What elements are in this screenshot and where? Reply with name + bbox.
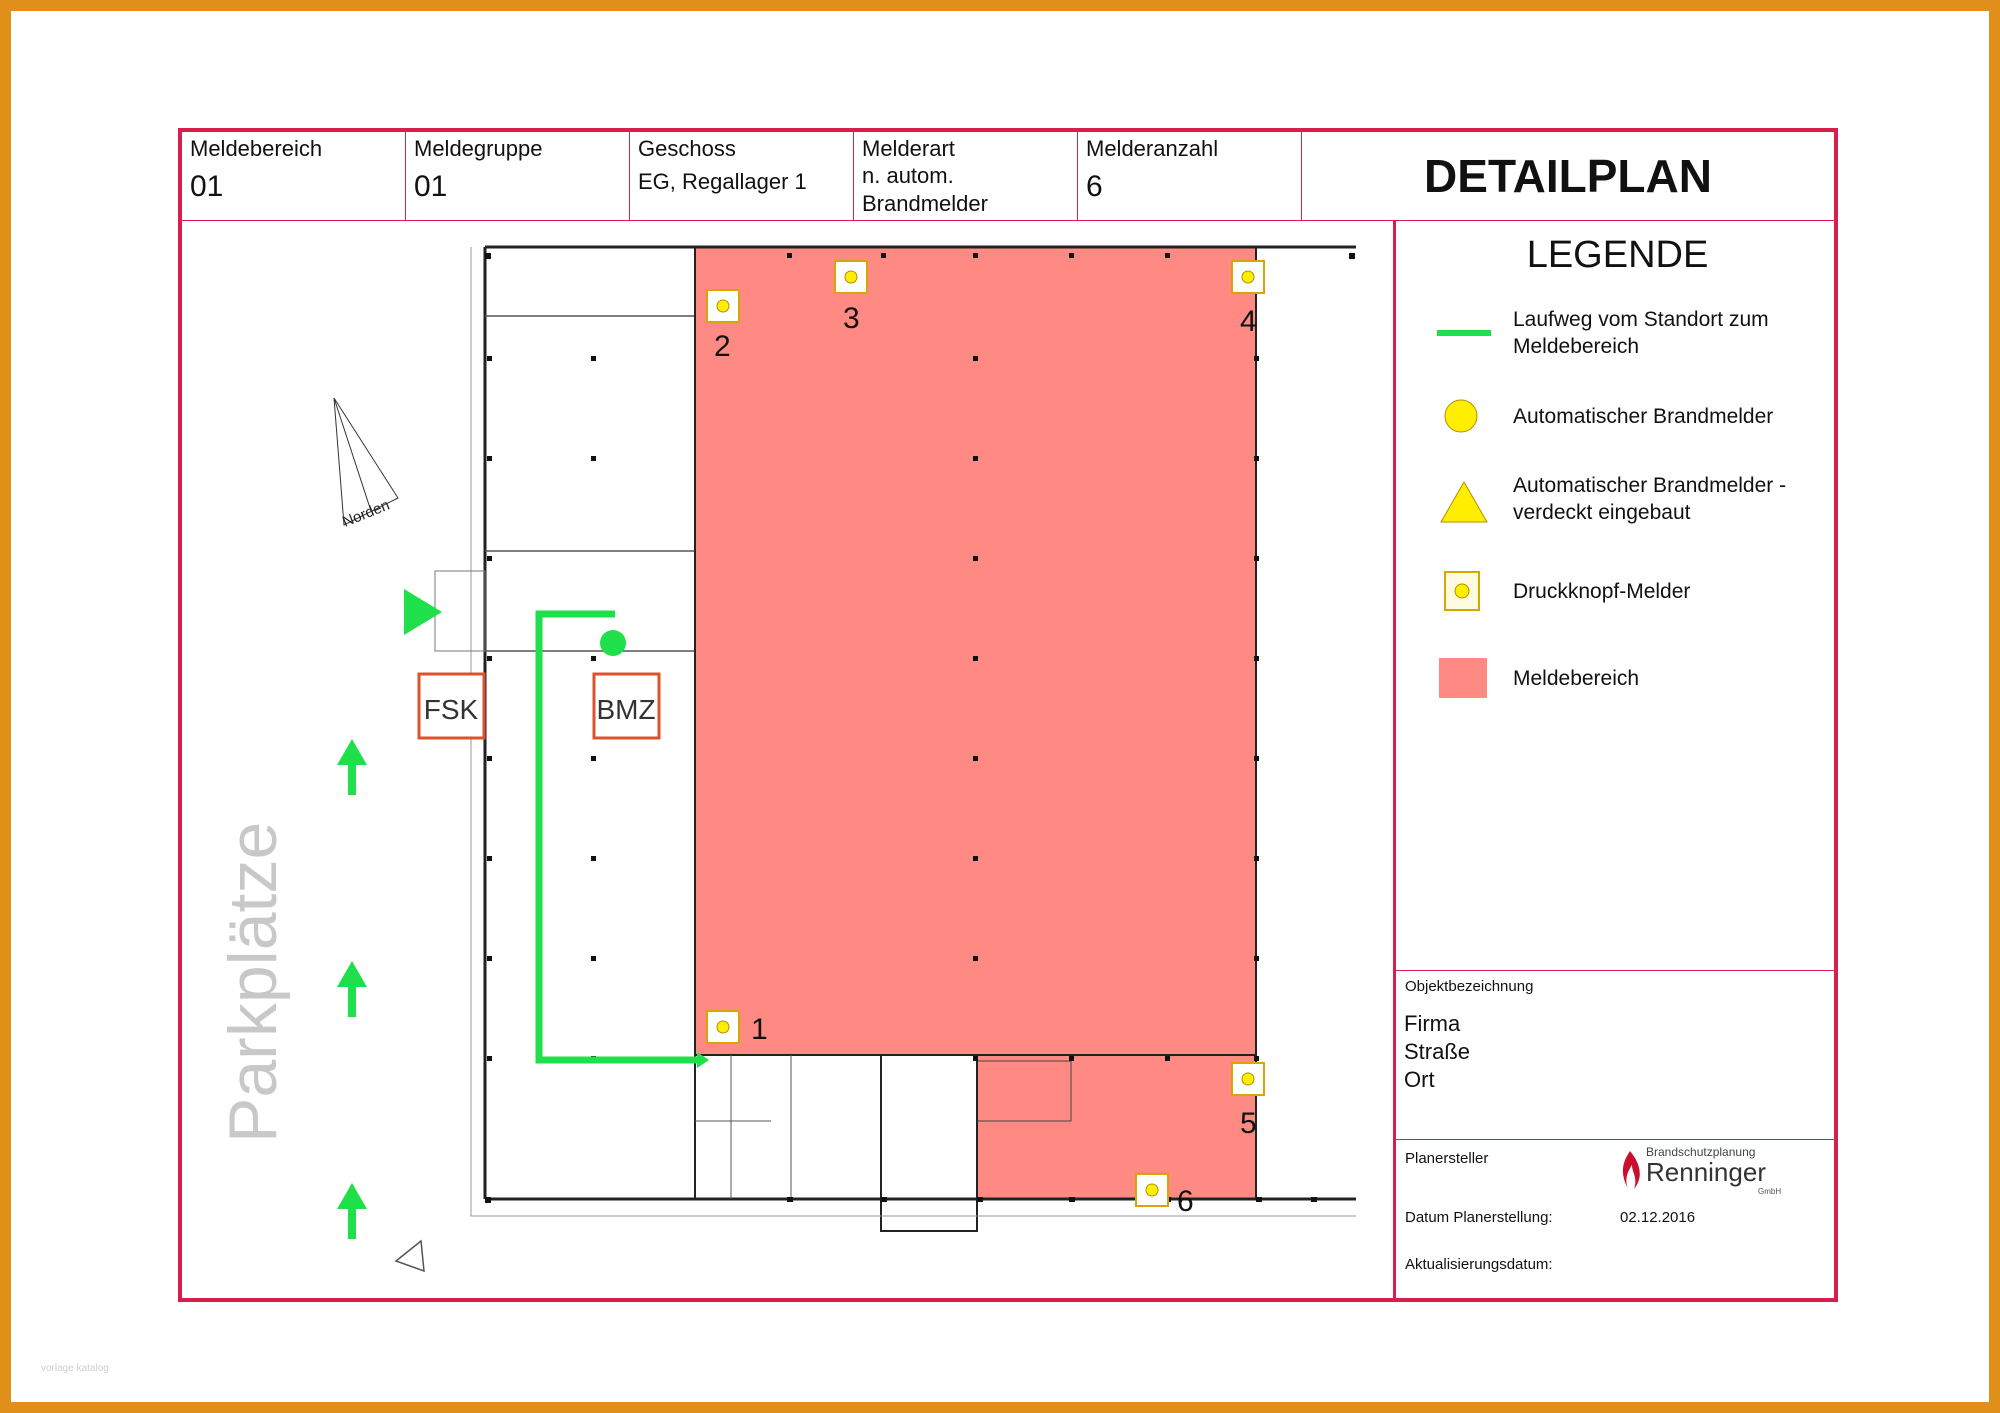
header-meldegruppe: Meldegruppe 01 xyxy=(406,132,630,220)
push-button-icon xyxy=(1444,571,1480,611)
legend-route-line2: Meldebereich xyxy=(1513,335,1640,358)
update-label: Aktualisierungsdatum: xyxy=(1405,1256,1553,1273)
date-label: Datum Planerstellung: xyxy=(1405,1209,1553,1226)
meldegruppe-label: Meldegruppe xyxy=(414,136,543,161)
object-line1: Firma xyxy=(1404,1011,1461,1036)
melderart-value-line2: Brandmelder xyxy=(862,191,988,216)
logo-line3: GmbH xyxy=(1758,1187,1782,1196)
header-meldebereich: Meldebereich 01 xyxy=(182,132,406,220)
plan-sheet: Meldebereich 01 Meldegruppe 01 Geschoss … xyxy=(178,128,1838,1302)
legend-zone-text: Meldebereich xyxy=(1513,667,1640,690)
meldegruppe-value: 01 xyxy=(414,170,448,203)
yellow-triangle-icon xyxy=(1440,480,1488,523)
geschoss-label: Geschoss xyxy=(638,136,736,161)
legend-item-push-button: Druckknopf-Melder xyxy=(1397,568,1838,614)
legend-hidden-detector-line2: verdeckt eingebaut xyxy=(1513,501,1691,524)
watermark: vorlage katalog xyxy=(41,1363,109,1374)
legend-item-route: Laufweg vom Standort zum Meldebereich xyxy=(1397,306,1838,366)
legend-item-auto-detector: Automatischer Brandmelder xyxy=(1397,396,1838,436)
green-line-icon xyxy=(1437,330,1491,336)
meldebereich-label: Meldebereich xyxy=(190,136,323,161)
legend-hidden-detector-line1: Automatischer Brandmelder - xyxy=(1513,474,1787,497)
geschoss-value: EG, Regallager 1 xyxy=(638,169,807,194)
legend-push-button-text: Druckknopf-Melder xyxy=(1513,580,1691,603)
melderanzahl-value: 6 xyxy=(1086,170,1103,203)
object-line2: Straße xyxy=(1404,1039,1471,1064)
object-label: Objektbezeichnung xyxy=(1405,978,1534,995)
page: Norden FSK BMZ Parkplätze 1 2 3 4 5 6 Me… xyxy=(11,11,1989,1402)
header-divider xyxy=(182,220,1834,221)
date-value: 02.12.2016 xyxy=(1620,1209,1696,1226)
header-melderart: Melderart n. autom. Brandmelder xyxy=(854,132,1078,220)
melderart-label: Melderart xyxy=(862,136,955,161)
object-divider xyxy=(1394,970,1834,971)
header-melderanzahl: Melderanzahl 6 xyxy=(1078,132,1302,220)
logo-line2: Renninger xyxy=(1646,1157,1766,1187)
planner-divider xyxy=(1394,1139,1834,1140)
planner-label: Planersteller xyxy=(1405,1150,1489,1167)
legend-item-zone: Meldebereich xyxy=(1397,656,1838,702)
flame-logo-icon xyxy=(1622,1151,1640,1189)
melderanzahl-label: Melderanzahl xyxy=(1086,136,1219,161)
header-geschoss: Geschoss EG, Regallager 1 xyxy=(630,132,854,220)
legend-divider xyxy=(1393,220,1396,1298)
legend-route-line1: Laufweg vom Standort zum xyxy=(1513,308,1769,331)
yellow-circle-icon xyxy=(1444,399,1478,433)
company-logo: Brandschutzplanung Renninger GmbH xyxy=(1618,1145,1818,1199)
page-title: DETAILPLAN xyxy=(1424,150,1712,202)
legend-auto-detector-text: Automatischer Brandmelder xyxy=(1513,405,1774,428)
legend-item-hidden-detector: Automatischer Brandmelder - verdeckt ein… xyxy=(1397,472,1838,532)
object-line3: Ort xyxy=(1404,1067,1435,1092)
legend-title: LEGENDE xyxy=(1526,234,1709,276)
melderart-value-line1: n. autom. xyxy=(862,163,954,188)
meldebereich-value: 01 xyxy=(190,170,224,203)
salmon-square-icon xyxy=(1439,658,1487,698)
